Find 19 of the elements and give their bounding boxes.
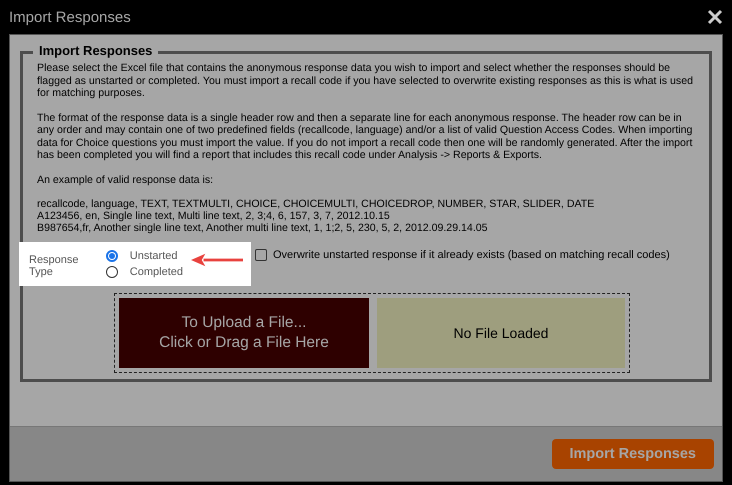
radio-icon[interactable] <box>106 250 118 262</box>
annotation-arrow <box>191 253 243 267</box>
response-type-label: Response Type <box>29 253 80 278</box>
window-title: Import Responses <box>9 8 131 26</box>
section-title: Import Responses <box>33 43 158 58</box>
instructions-text: An example of valid response data is: <box>37 174 214 186</box>
file-status: No File Loaded <box>377 298 625 368</box>
example-line: recallcode, language, TEXT, TEXTMULTI, CHOICE, CHOICEMULTI, CHOICEDROP, NUMBER, STAR, SLIDER, DATE <box>37 198 596 210</box>
example-line: A123456, en, Single line text, Multi line text, 2, 3;4, 6, 157, 3, 7, 2012.10.15 <box>37 210 391 222</box>
radio-option[interactable]: Unstarted <box>106 250 183 262</box>
overwrite-checkbox[interactable] <box>255 249 267 261</box>
instructions-text: Please select the Excel file that contains the anonymous response data you wish to import and select whether the responses should be flagged as unstarted or completed. You must import a recall code if you have selected to overwrite existing responses as this is what is used for matching purposes. <box>37 62 694 100</box>
radio-icon[interactable] <box>106 266 118 278</box>
radio-option[interactable]: Completed <box>106 266 183 278</box>
example-line: B987654,fr, Another single line text, Another multi line text, 1, 1;2, 5, 230, 5, 2, 2012.09.29.14.05 <box>37 222 489 234</box>
overwrite-label: Overwrite unstarted response if it already exists (based on matching recall codes) <box>273 249 670 261</box>
close-icon[interactable] <box>707 9 723 25</box>
upload-button[interactable]: To Upload a File... Click or Drag a File Here <box>119 298 369 368</box>
instructions-text: The format of the response data is a single header row and then a separate line for each anonymous response. The header row can be in any order and may contain one of two predefined fields (recallcode, language) and/or a list of valid Question Access Codes. When importing data for Choice questions you must import the value. If you do not import a recall code then one will be randomly generated. After the import has been completed you will find a report that includes this recall code under Analysis -> Reports & Exports. <box>37 112 694 162</box>
